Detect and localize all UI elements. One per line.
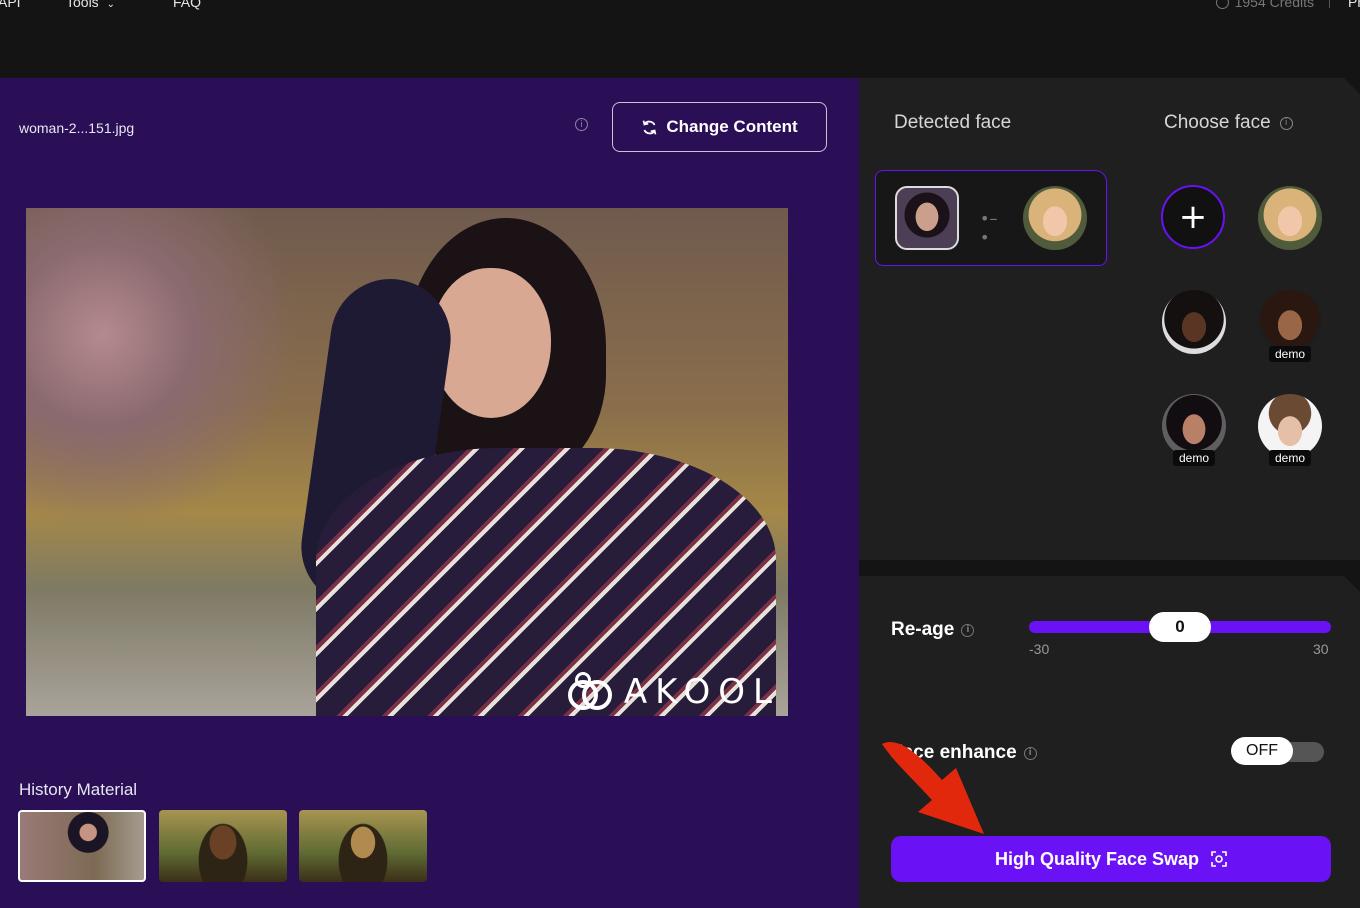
info-icon[interactable]: i — [1023, 746, 1037, 760]
face-selection-panel: Detected face Choose face i •–• + demo d… — [859, 78, 1360, 560]
akool-logo-icon — [567, 672, 614, 712]
reage-heading: Re-age i — [891, 619, 975, 641]
demo-badge: demo — [1172, 450, 1216, 466]
face-option[interactable] — [1258, 186, 1322, 250]
reage-slider-handle[interactable]: 0 — [1149, 612, 1211, 642]
reage-max-label: 30 — [1313, 641, 1329, 657]
watermark-text: AKOOL — [623, 672, 780, 712]
detected-face-label: Detected face — [894, 112, 1012, 133]
info-icon[interactable]: i — [575, 118, 588, 131]
face-pair-card[interactable]: •–• — [875, 170, 1107, 266]
demo-badge: demo — [1268, 346, 1312, 362]
face-option[interactable] — [1162, 290, 1226, 354]
change-content-button[interactable]: Change Content — [612, 102, 827, 152]
info-icon[interactable]: i — [1279, 116, 1293, 130]
nav-api[interactable]: API — [0, 0, 21, 10]
face-enhance-toggle[interactable]: OFF — [1231, 737, 1324, 765]
high-quality-face-swap-button[interactable]: High Quality Face Swap — [891, 836, 1331, 882]
detected-face-thumb — [895, 186, 959, 250]
plus-icon: + — [1178, 197, 1208, 237]
demo-badge: demo — [1268, 450, 1312, 466]
face-option[interactable]: demo — [1258, 290, 1322, 362]
history-thumb[interactable] — [159, 810, 287, 882]
akool-watermark: AKOOL — [567, 672, 780, 712]
refresh-icon — [643, 120, 657, 134]
reage-min-label: -30 — [1029, 641, 1050, 657]
face-option[interactable]: demo — [1162, 394, 1226, 466]
toggle-state: OFF — [1231, 737, 1293, 765]
face-scan-icon — [1211, 851, 1227, 867]
nav-divider — [1329, 0, 1330, 8]
history-material-label: History Material — [19, 780, 138, 799]
main-photo: AKOOL — [26, 208, 788, 716]
info-icon[interactable]: i — [961, 623, 975, 637]
change-content-label: Change Content — [666, 117, 798, 136]
swap-button-label: High Quality Face Swap — [994, 848, 1200, 869]
nav-tools[interactable]: Tools ⌄ — [66, 0, 115, 10]
chevron-down-icon: ⌄ — [106, 0, 115, 10]
annotation-arrow-icon — [882, 741, 984, 834]
nav-faq[interactable]: FAQ — [173, 0, 201, 10]
choose-face-heading: Choose face i — [1164, 112, 1293, 134]
history-thumb[interactable] — [299, 810, 427, 882]
filename-label: woman-2...151.jpg — [19, 120, 135, 136]
target-face-thumb — [1023, 186, 1087, 250]
add-face-button[interactable]: + — [1161, 185, 1225, 249]
nav-tools-label: Tools — [66, 0, 99, 10]
choose-face-label: Choose face — [1164, 112, 1271, 133]
arrow-right-icon: •–• — [980, 209, 998, 247]
history-thumb[interactable] — [18, 810, 146, 882]
credits-display: 1954 Credits — [1215, 0, 1314, 10]
top-navbar: API Tools ⌄ FAQ 1954 Credits Pr — [0, 0, 1360, 78]
reage-label: Re-age — [891, 619, 955, 640]
workspace-panel: woman-2...151.jpg i Change Content AKOOL… — [0, 78, 859, 908]
credits-icon — [1215, 0, 1229, 9]
face-option[interactable]: demo — [1258, 394, 1322, 466]
credits-label: 1954 Credits — [1234, 0, 1314, 10]
nav-profile[interactable]: Pr — [1348, 0, 1360, 10]
